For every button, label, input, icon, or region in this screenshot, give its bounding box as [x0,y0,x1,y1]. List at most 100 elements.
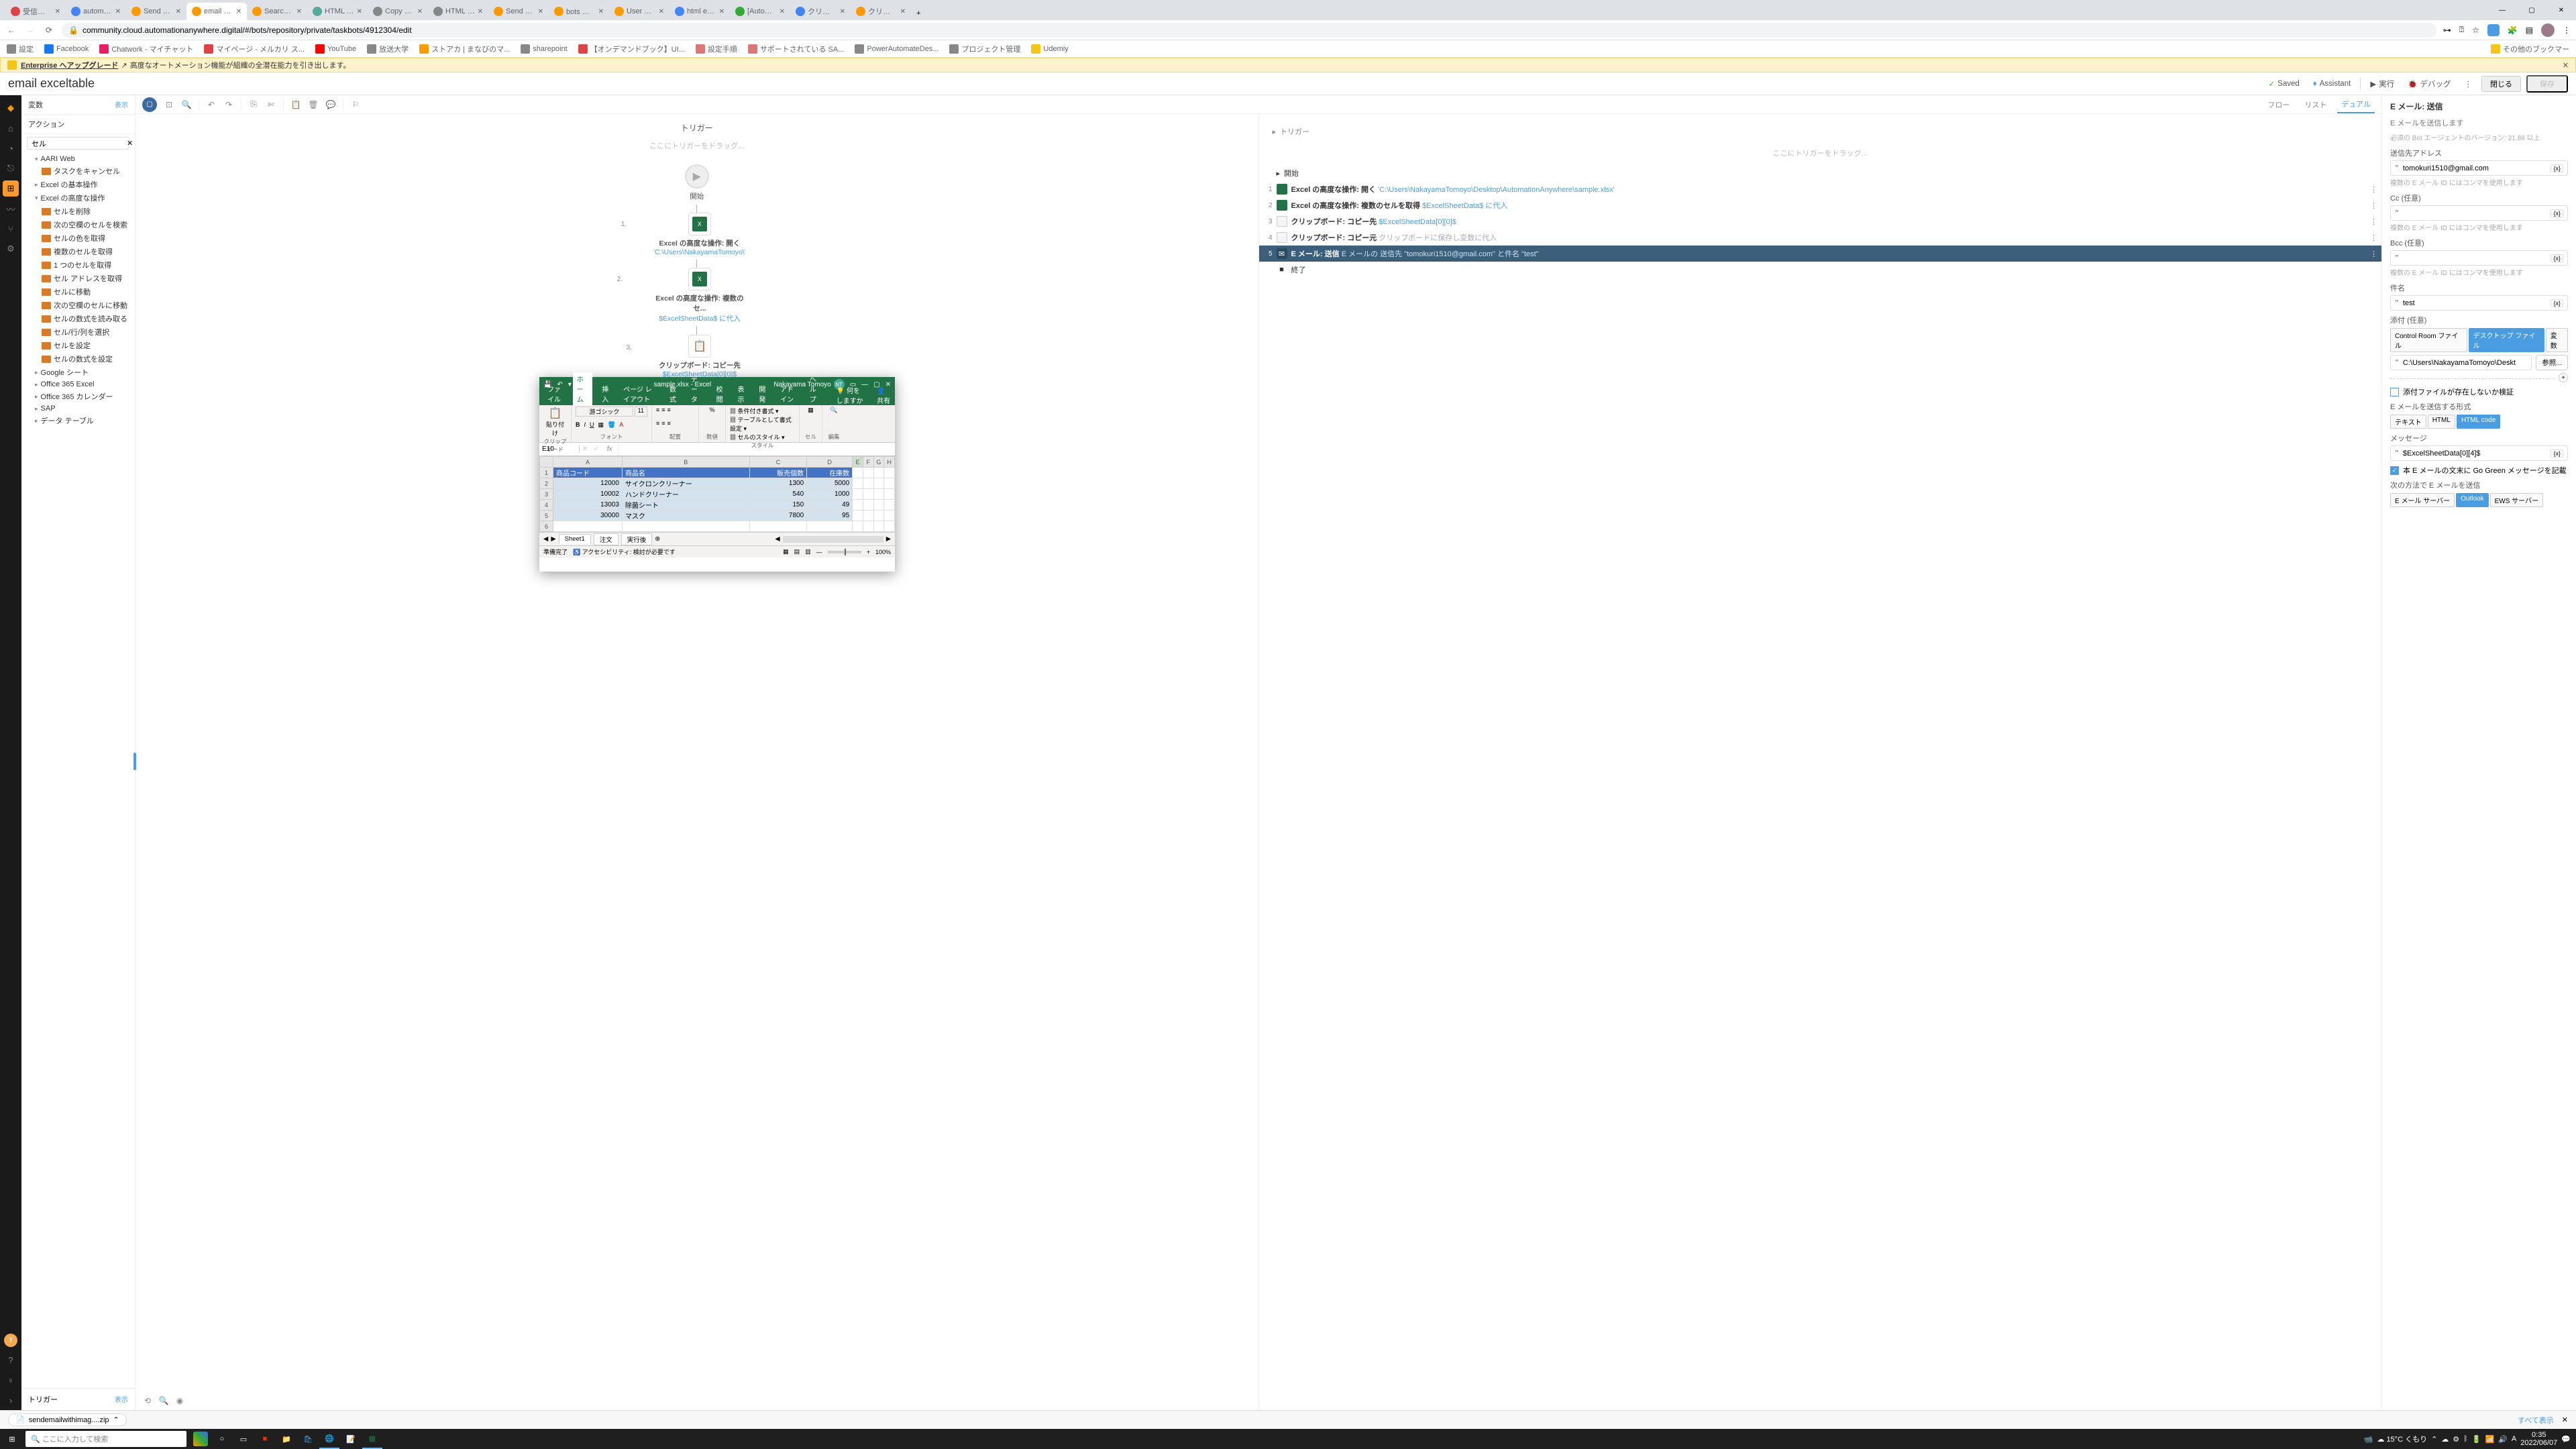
cc-input[interactable]: ❞{x} [2390,205,2568,221]
learn-icon[interactable]: ⎋ [3,160,19,176]
ribbon-tab[interactable]: アドイン [776,382,800,405]
subject-input[interactable]: ❞test{x} [2390,295,2568,311]
verify-attachment-checkbox[interactable] [2390,388,2399,396]
taskbar-app[interactable] [191,1429,211,1449]
chrome-icon[interactable]: 🌐 [319,1429,339,1449]
sheet-tab[interactable]: 実行後 [621,533,653,545]
tree-action[interactable]: セルを設定 [27,339,129,352]
ribbon-tab[interactable]: データ [687,372,707,405]
tree-action[interactable]: セル アドレスを取得 [27,272,129,285]
bookmark[interactable]: 設定手順 [696,44,737,54]
send-tab[interactable]: E メール サーバー [2390,493,2455,507]
clipboard-icon[interactable]: 📋 [688,335,711,358]
store-icon[interactable]: 🛍 [298,1429,318,1449]
row-menu[interactable]: ⋮ [2370,201,2377,210]
tab[interactable]: Send Email✕ [126,3,186,20]
attach-tab[interactable]: 変数 [2546,328,2568,352]
bookmark[interactable]: Facebook [44,44,89,54]
notification-icon[interactable]: ♀ [3,1372,19,1388]
zoom-slider[interactable] [828,551,861,553]
sheet-nav[interactable]: ▶ [551,535,555,543]
tray-chevron-icon[interactable]: ⌃ [2431,1435,2437,1444]
ribbon-tab[interactable]: 表示 [733,382,749,405]
row-menu[interactable]: ⋮ [2370,233,2377,242]
more-menu[interactable]: ⋮ [2461,79,2477,89]
ribbon-tab[interactable]: ヘルプ [806,372,826,405]
font-size[interactable]: 11 [635,407,647,417]
excel-taskbar-icon[interactable]: ▦ [362,1429,382,1449]
zoom-in[interactable]: + [867,549,870,555]
tree-group[interactable]: ▾AARI Web [27,154,129,164]
ribbon-tab-active[interactable]: ホーム [573,372,593,405]
cond-format[interactable]: ▦ 条件付き書式 ▾ [730,407,795,415]
bookmark[interactable]: PowerAutomateDes... [855,44,938,54]
fx-icon[interactable]: fx [602,445,618,453]
format-tab-active[interactable]: HTML code [2457,415,2500,429]
view-break[interactable]: ▥ [805,548,811,555]
add-sheet-button[interactable]: ⊕ [655,535,660,543]
var-button[interactable]: {x} [2551,164,2563,172]
meet-now-icon[interactable]: 📹 [2364,1435,2373,1444]
bookmark[interactable]: サポートされている SA... [748,44,845,54]
battery-icon[interactable]: 🔋 [2472,1435,2481,1444]
tree-action[interactable]: セルを削除 [27,205,129,218]
tab[interactable]: automation✕ [66,3,126,20]
fill-color-button[interactable]: 🪣 [608,421,615,429]
ribbon-tab[interactable]: 校閲 [712,382,729,405]
assistant-button[interactable]: ♦Assistant [2309,80,2355,88]
zoom-out[interactable]: — [816,549,822,555]
close-icon[interactable]: ✕ [417,8,423,15]
italic-button[interactable]: I [584,421,586,429]
bookmark[interactable]: プロジェクト管理 [949,44,1020,54]
tab[interactable]: 受信トレイ✕ [5,3,66,20]
close-icon[interactable]: ✕ [900,8,906,15]
tab[interactable]: Search Res✕ [247,3,307,20]
clock-time[interactable]: 0:35 [2520,1431,2557,1439]
bots-icon[interactable]: ⊞ [3,180,19,197]
var-button[interactable]: {x} [2551,299,2563,307]
bookmark[interactable]: 【オンデマンドブック】UI... [578,44,685,54]
close-window-button[interactable]: ✕ [2546,0,2576,20]
tab[interactable]: Send Email✕ [488,3,549,20]
table-format[interactable]: ▦ テーブルとして書式設定 ▾ [730,415,795,433]
tab-active[interactable]: email excel✕ [186,3,247,20]
sheet-nav[interactable]: ◀ [543,535,548,543]
new-tab-button[interactable]: + [911,7,926,20]
list-row-selected[interactable]: 5✉E メール: 送信 E メールの 送信先 "tomokuri1510@gma… [1259,246,2382,262]
explorer-icon[interactable]: 📁 [276,1429,297,1449]
tree-group[interactable]: ▸Excel の基本操作 [27,178,129,191]
tree-action[interactable]: タスクをキャンセル [27,164,129,178]
fit-icon[interactable]: ◉ [174,1395,185,1406]
minimize-button[interactable]: — [2487,0,2517,20]
bookmark[interactable]: YouTube [315,44,356,54]
tree-group[interactable]: ▸Office 365 Excel [27,379,129,390]
close-icon[interactable]: ✕ [780,8,785,15]
view-list[interactable]: リスト [2300,97,2330,113]
logo-icon[interactable]: ◆ [3,100,19,116]
bluetooth-icon[interactable]: ᛒ [2463,1435,2468,1443]
ime-icon[interactable]: A [2512,1435,2516,1443]
underline-button[interactable]: U [590,421,594,429]
maximize-button[interactable]: ▢ [2517,0,2546,20]
save-button[interactable]: 保存 [2526,75,2568,93]
clear-search-icon[interactable]: ✕ [127,139,133,148]
close-icon[interactable]: ✕ [236,8,241,15]
send-tab[interactable]: EWS サーバー [2490,493,2543,507]
close-icon[interactable]: ✕ [598,8,604,15]
tray-icon[interactable]: ⚙ [2453,1435,2459,1444]
extensions-button[interactable]: 🧩 [2508,25,2518,35]
list-row[interactable]: 1Excel の高度な操作: 開く 'C:\Users\NakayamaTomo… [1259,181,2382,197]
upgrade-link[interactable]: Enterprise へアップグレード [21,60,118,70]
ribbon-tab[interactable]: ファイル [543,382,568,405]
format-tab[interactable]: テキスト [2390,415,2426,429]
message-input[interactable]: ❞$ExcelSheetData[0][4]${x} [2390,445,2568,461]
name-box[interactable]: E10 [539,445,580,453]
cell-style[interactable]: ▦ セルのスタイル ▾ [730,433,795,441]
show-variables-link[interactable]: 表示 [115,99,128,110]
menu-button[interactable]: ⋮ [2563,25,2571,35]
formula-bar[interactable] [618,443,895,455]
run-button[interactable]: ▶実行 [2366,78,2398,89]
browse-button[interactable]: 参照... [2536,355,2568,370]
view-page[interactable]: ▤ [794,548,800,555]
percent-button[interactable]: % [703,407,721,413]
